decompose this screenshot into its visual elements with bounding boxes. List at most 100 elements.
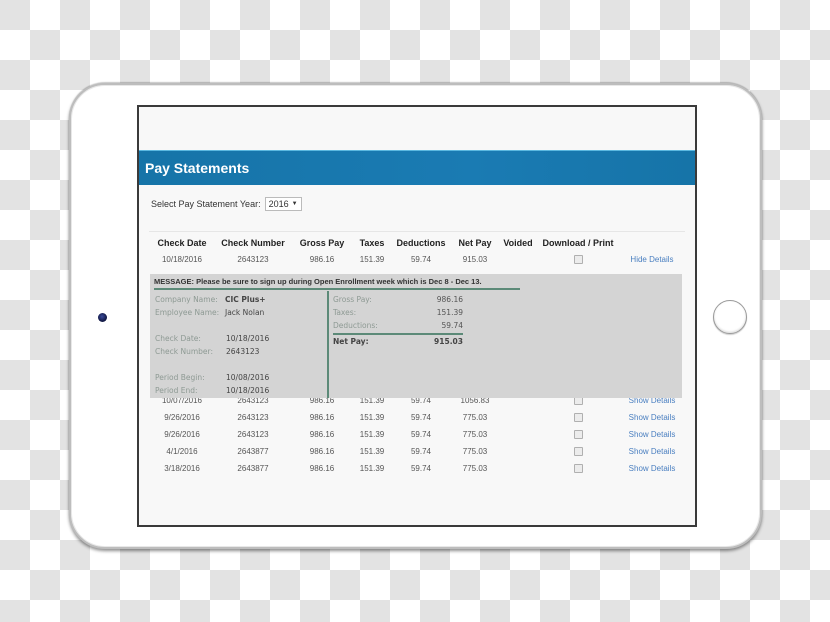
net-pay-row: Net Pay: 915.03 [333,333,463,348]
gross-pay-value: 986.16 [436,295,463,304]
cell-check-number: 2643123 [237,255,269,264]
employee-name-label: Employee Name: [155,308,220,317]
cell-voided [499,443,537,460]
period-end-row: Period End: 10/18/2016 [155,384,269,397]
cell-check-number: 2643123 [237,430,269,439]
year-selector-row: Select Pay Statement Year: 2016 ▼ [139,185,695,211]
header-check-date: Check Date [157,238,207,248]
show-details-link[interactable]: Show Details [629,413,676,422]
gross-pay-row: Gross Pay: 986.16 [333,293,463,306]
cell-taxes: 151.39 [359,255,385,264]
cell-download [537,443,619,460]
employee-name-value: Jack Nolan [225,308,265,317]
show-details-link[interactable]: Show Details [629,464,676,473]
table-row-expanded: 10/18/2016 2643123 986.16 151.39 59.74 9… [149,251,685,268]
download-checkbox[interactable] [573,430,583,440]
table-body: 10/07/2016 2643123 986.16 151.39 59.74 1056.8… [149,392,685,477]
cell-check-date: 4/1/2016 [166,447,198,456]
header-check-number: Check Number [221,238,285,248]
cell-taxes: 151.39 [359,464,385,473]
cell-link: Hide Details [619,251,685,268]
table-row: 4/1/2016 2643877 986.16 151.39 59.74 775.03 Sh… [149,443,685,460]
year-value: 2016 [268,199,289,209]
cell-check-number: 2643877 [237,464,269,473]
period-begin-value: 10/08/2016 [226,373,270,382]
cell-net-pay: 775.03 [462,413,488,422]
table-header-row: Check Date Check Number Gross Pay Taxes … [149,235,685,251]
cell-voided [499,251,537,268]
cell-download [537,460,619,477]
cell-net-pay: 915.03 [462,255,488,264]
period-begin-row: Period Begin: 10/08/2016 [155,371,269,384]
table-top-divider [149,231,685,232]
year-select[interactable]: 2016 ▼ [264,197,302,211]
cell-gross-pay: 986.16 [309,255,335,264]
show-details-link[interactable]: Show Details [629,447,676,456]
year-label: Select Pay Statement Year: [151,199,261,209]
cell-net-pay: 775.03 [462,430,488,439]
deductions-row: Deductions: 59.74 [333,319,463,332]
enrollment-message: MESSAGE: Please be sure to sign up durin… [154,277,520,290]
download-checkbox[interactable] [573,447,583,457]
header-download-print: Download / Print [542,238,614,248]
taxes-row: Taxes: 151.39 [333,306,463,319]
cell-link: Show Details [619,409,685,426]
camera-icon [98,313,107,322]
period-end-value: 10/18/2016 [226,386,270,395]
details-left-column: Company Name: CIC Plus+ Employee Name: J… [155,293,269,397]
cell-deductions: 59.74 [410,413,432,422]
home-button[interactable] [713,300,747,334]
show-details-link[interactable]: Show Details [629,430,676,439]
period-end-label: Period End: [155,386,198,395]
table-row: 9/26/2016 2643123 986.16 151.39 59.74 775.03 S… [149,409,685,426]
cell-net-pay: 775.03 [462,464,488,473]
cell-voided [499,460,537,477]
cell-check-number: 2643877 [237,447,269,456]
cell-gross-pay: 986.16 [309,430,335,439]
cell-link: Show Details [619,426,685,443]
deductions-label: Deductions: [333,321,378,330]
download-checkbox[interactable] [573,464,583,474]
pay-details-panel: MESSAGE: Please be sure to sign up durin… [150,274,682,398]
net-pay-value: 915.03 [434,337,463,346]
check-date-row: Check Date: 10/18/2016 [155,332,269,345]
cell-gross-pay: 986.16 [309,413,335,422]
tablet-screen: Pay Statements Select Pay Statement Year… [137,105,697,527]
cell-net-pay: 775.03 [462,447,488,456]
cell-download [537,409,619,426]
top-blank-area [139,107,695,150]
cell-gross-pay: 986.16 [309,464,335,473]
company-name-label: Company Name: [155,295,218,304]
cell-link: Show Details [619,443,685,460]
check-date-value: 10/18/2016 [226,334,270,343]
check-number-label: Check Number: [155,347,213,356]
deductions-value: 59.74 [441,321,463,330]
employee-name-row: Employee Name: Jack Nolan [155,306,269,319]
page-title: Pay Statements [145,160,250,176]
taxes-value: 151.39 [436,308,463,317]
download-checkbox[interactable] [573,413,583,423]
cell-check-date: 3/18/2016 [164,464,200,473]
page-header: Pay Statements [139,150,695,185]
cell-taxes: 151.39 [359,447,385,456]
cell-voided [499,409,537,426]
cell-check-number: 2643123 [237,413,269,422]
header-taxes: Taxes [359,238,385,248]
cell-voided [499,426,537,443]
cell-link: Show Details [619,460,685,477]
header-net-pay: Net Pay [458,238,492,248]
header-deductions: Deductions [396,238,446,248]
cell-download [537,251,619,268]
download-checkbox[interactable] [573,255,583,265]
details-divider [327,291,329,398]
cell-taxes: 151.39 [359,413,385,422]
cell-check-date: 9/26/2016 [164,413,200,422]
details-right-column: Gross Pay: 986.16 Taxes: 151.39 Deductio… [333,293,463,348]
table-row: 9/26/2016 2643123 986.16 151.39 59.74 775.03 S… [149,426,685,443]
net-pay-label: Net Pay: [333,337,369,346]
hide-details-link[interactable]: Hide Details [630,255,673,264]
period-begin-label: Period Begin: [155,373,205,382]
taxes-label: Taxes: [333,308,357,317]
check-date-label: Check Date: [155,334,201,343]
dropdown-arrow-icon: ▼ [291,201,298,207]
